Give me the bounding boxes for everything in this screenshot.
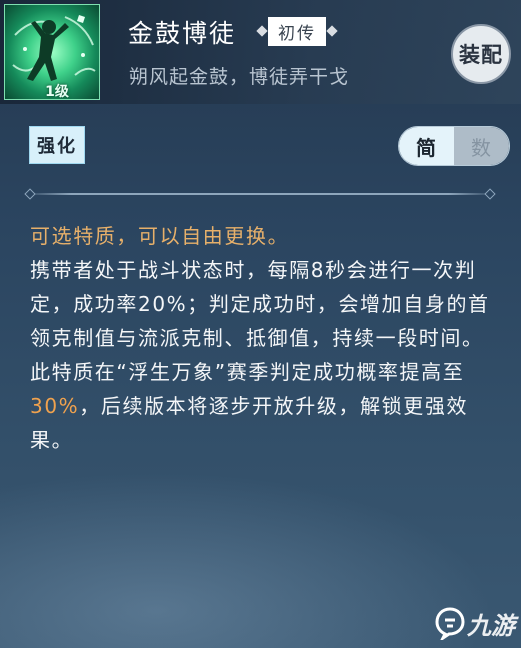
watermark-logo-icon xyxy=(435,607,465,640)
trait-header: 1级 金鼓博徒 初传 朔风起金鼓，博徒弄干戈 装配 xyxy=(0,0,521,104)
description-effect: 携带者处于战斗状态时，每隔8秒会进行一次判定，成功率20%；判定成功时，会增加自… xyxy=(30,258,490,350)
season-note-highlight: 30% xyxy=(30,394,80,418)
watermark-text: 九游 xyxy=(467,611,515,640)
diamond-right-icon xyxy=(326,25,338,37)
icon-level: 1级 xyxy=(45,84,69,100)
trait-title: 金鼓博徒 xyxy=(128,19,237,48)
diamond-left-icon xyxy=(256,25,268,37)
description-optional-note: 可选特质，可以自由更换。 xyxy=(30,224,290,248)
toggle-simple[interactable]: 简 xyxy=(399,127,454,165)
equip-button[interactable]: 装配 xyxy=(451,24,511,84)
trait-description: 可选特质，可以自由更换。 携带者处于战斗状态时，每隔8秒会进行一次判定，成功率2… xyxy=(30,219,500,457)
description-season-note: 此特质在“浮生万象”赛季判定成功概率提高至 30%，后续版本将逐步开放升级，解锁更… xyxy=(30,355,500,457)
toggle-number[interactable]: 数 xyxy=(454,127,509,165)
watermark: 九游 xyxy=(433,605,515,641)
enhance-tab[interactable]: 强化 xyxy=(29,126,85,164)
trait-subtitle: 朔风起金鼓，博徒弄干戈 xyxy=(129,66,350,88)
season-note-text-end: ，后续版本将逐步开放升级，解锁更强效果。 xyxy=(30,394,469,452)
season-note-text: 此特质在“浮生万象”赛季判定成功概率提高至 xyxy=(30,360,465,384)
rarity-label: 初传 xyxy=(268,16,326,46)
rarity-badge: 初传 xyxy=(256,16,338,46)
section-divider xyxy=(24,193,496,195)
detail-toggle[interactable]: 简 数 xyxy=(398,126,510,166)
trait-icon[interactable]: 1级 xyxy=(4,4,100,100)
